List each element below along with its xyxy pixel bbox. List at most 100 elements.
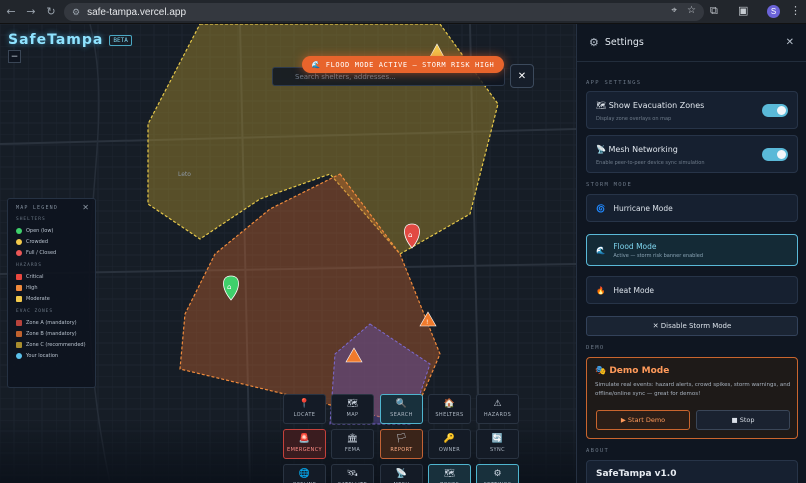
toolbar-button-label: REPORT [390,447,413,453]
about-title: SafeTampa v1.0 [596,469,677,479]
toolbar-button-label: SEARCH [390,412,413,418]
legend-item-label: Full / Closed [26,249,57,256]
action-toolbar: 📍 LOCATE 🗺 MAP 🔍 SEARCH 🏠 SHELTERS ⚠ HAZARDS 🚨 EMER… [283,394,523,483]
map-canvas[interactable]: Leto ⌂ ⌂ ! SafeTampa BETA − Search shelt… [0,24,576,483]
start-demo-button[interactable]: ▶ Start Demo [596,410,690,430]
emergency-button[interactable]: 🚨 EMERGENCY [283,429,326,459]
legend-close-icon[interactable]: ✕ [82,203,89,212]
legend-section-heading: HAZARDS [16,263,42,268]
gear-icon: ⚙ [589,36,599,49]
legend-item: Moderate [16,293,87,304]
place-label: Leto [178,171,191,178]
legend-item: Open (low) [16,225,87,236]
site-info-icon[interactable]: ⚙ [72,7,80,18]
app-brand: SafeTampa BETA [8,32,132,48]
legend-item: Zone B (mandatory) [16,328,87,339]
legend-item-label: Open (low) [26,227,54,234]
toolbar-button-label: LOCATE [293,412,316,418]
address-bar[interactable]: ⚙ safe-tampa.vercel.app ⌖ ☆ [64,3,704,21]
legend-section-heading: EVAC ZONES [16,309,54,314]
about-card: SafeTampa v1.0 [586,460,798,483]
search-close-button[interactable]: ✕ [510,64,534,88]
hurricane-icon: 🌀 [596,203,606,213]
map-button[interactable]: 🗺 MAP [331,394,374,424]
sidebar-icon[interactable]: ▣ [738,4,748,17]
flood-alert-banner: 🌊 FLOOD MODE ACTIVE — STORM RISK HIGH [302,56,504,73]
back-icon[interactable]: ← [2,3,20,21]
demo-mode-description: Simulate real events: hazard alerts, cro… [595,382,791,397]
heat-mode-button[interactable]: 🔥 Heat Mode [586,276,798,304]
flood-mode-label: Flood Mode [613,241,657,251]
hurricane-mode-button[interactable]: 🌀 Hurricane Mode [586,194,798,222]
legend-item-label: Critical [26,273,44,280]
mesh-button[interactable]: 📡MESH [380,464,423,483]
hazards-button[interactable]: ⚠ HAZARDS [476,394,519,424]
app-settings-heading: APP SETTINGS [586,80,642,86]
settings-header: ⚙ Settings [577,24,806,62]
location-icon[interactable]: ⌖ [671,5,677,16]
svg-text:⌂: ⌂ [408,231,412,239]
settings-close-button[interactable]: ✕ [786,37,794,48]
shelters-button[interactable]: 🏠 SHELTERS [428,394,471,424]
government-building-icon: 🏛 [346,434,359,444]
evac-zones-title: 🗺 Show Evacuation Zones [596,101,705,110]
legend-item-label: Your location [26,352,59,359]
svg-text:!: ! [426,319,428,326]
legend-item: Zone C (recommended) [16,339,87,350]
legend-swatch [16,341,22,348]
toolbar-button-label: SYNC [489,447,506,453]
flood-mode-button[interactable]: 🌊 Flood Mode Active — storm risk banner … [586,234,798,266]
heat-mode-label: Heat Mode [613,285,654,295]
mesh-networking-setting: 📡 Mesh Networking Enable peer-to-peer de… [586,135,798,173]
gear-icon: ⚙ [493,469,502,479]
zoom-out-button[interactable]: − [8,50,21,63]
search-button[interactable]: 🔍 SEARCH [380,394,423,424]
legend-section-heading: SHELTERS [16,217,46,222]
owner-button[interactable]: 🔑 OWNER [428,429,471,459]
map-icon: 🗺 [346,399,359,409]
offline-button[interactable]: 🌐OFFLINE [283,464,326,483]
toolbar-button-label: OWNER [438,447,461,453]
legend-item: Crowded [16,236,87,247]
toolbar-button-label: MAP [346,412,359,418]
legend-item-label: Zone A (mandatory) [26,319,77,326]
legend-title: MAP LEGEND [16,205,59,211]
globe-icon: 🌐 [298,469,311,479]
mesh-networking-title: 📡 Mesh Networking [596,145,678,154]
menu-kebab-icon[interactable]: ⋮ [790,4,801,17]
evac-zones-toggle[interactable] [762,104,788,117]
demo-heading: DEMO [586,345,605,351]
zones-icon: 🗺 [443,469,456,479]
stop-demo-button[interactable]: ■ Stop [696,410,790,430]
browser-toolbar: ← → ↻ ⚙ safe-tampa.vercel.app ⌖ ☆ ⧉ ▣ S … [0,0,806,24]
disable-storm-mode-button[interactable]: ✕ Disable Storm Mode [586,316,798,336]
bookmark-star-icon[interactable]: ☆ [687,5,696,16]
toolbar-button-label: HAZARDS [483,412,512,418]
locate-button[interactable]: 📍 LOCATE [283,394,326,424]
app-logo: SafeTampa [8,32,104,48]
toolbar-button-label: FEMA [344,447,361,453]
extensions-icon[interactable]: ⧉ [710,4,718,18]
mesh-networking-toggle[interactable] [762,148,788,161]
legend-swatch [16,284,22,291]
zones-button[interactable]: 🗺ZONES [428,464,471,483]
satellite-button[interactable]: 🛰SATELLITE [331,464,374,483]
flag-icon: 🏳 [395,434,408,444]
fema-button[interactable]: 🏛 FEMA [331,429,374,459]
beta-badge: BETA [109,34,132,46]
legend-item-label: Moderate [26,295,50,302]
sync-button[interactable]: 🔄 SYNC [476,429,519,459]
forward-icon[interactable]: → [22,3,40,21]
warning-icon: ⚠ [493,399,502,409]
legend-swatch [16,319,22,326]
hurricane-mode-label: Hurricane Mode [613,203,673,213]
report-button[interactable]: 🏳 REPORT [380,429,423,459]
settings-panel: ⚙ Settings ✕ APP SETTINGS 🗺 Show Evacuat… [576,24,806,483]
reload-icon[interactable]: ↻ [42,3,60,21]
satellite-icon: 🛰 [346,469,359,479]
legend-swatch [16,227,22,234]
settings-button[interactable]: ⚙SETTINGS [476,464,519,483]
storm-mode-heading: STORM MODE [586,182,633,188]
profile-avatar[interactable]: S [767,5,780,18]
settings-title: Settings [604,37,644,48]
